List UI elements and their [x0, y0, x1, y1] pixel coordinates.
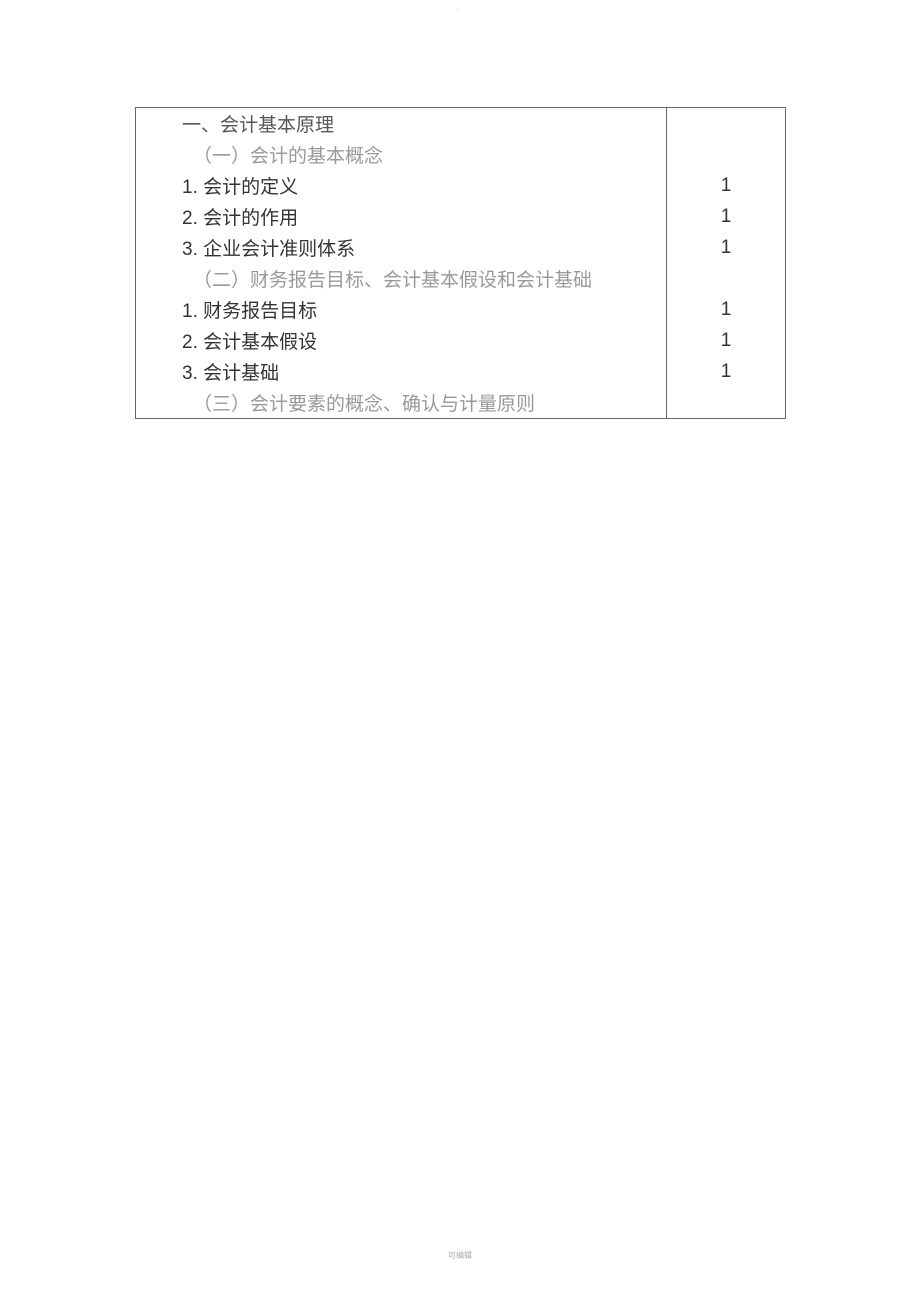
toc-item: 2. 会计的作用: [182, 203, 298, 230]
toc-row: （三）会计要素的概念、确认与计量原则: [136, 387, 785, 418]
toc-cell-text: 2. 会计的作用: [136, 203, 666, 230]
toc-heading-main: 一、会计基本原理: [182, 110, 334, 137]
toc-cell-text: （二）财务报告目标、会计基本假设和会计基础: [136, 265, 666, 292]
toc-cell-page: 1: [666, 294, 785, 325]
toc-cell-page: 1: [666, 170, 785, 201]
toc-cell-page: [666, 108, 785, 139]
toc-row: 3. 会计基础 1: [136, 356, 785, 387]
toc-row: 1. 会计的定义 1: [136, 170, 785, 201]
toc-page-number: 1: [721, 206, 732, 228]
toc-heading-sub: （三）会计要素的概念、确认与计量原则: [182, 389, 535, 416]
toc-row: 2. 会计基本假设 1: [136, 325, 785, 356]
toc-cell-page: [666, 263, 785, 294]
toc-cell-page: 1: [666, 325, 785, 356]
toc-row: 2. 会计的作用 1: [136, 201, 785, 232]
toc-cell-text: 一、会计基本原理: [136, 110, 666, 137]
toc-row: （二）财务报告目标、会计基本假设和会计基础: [136, 263, 785, 294]
toc-cell-text: （三）会计要素的概念、确认与计量原则: [136, 389, 666, 416]
toc-cell-page: [666, 139, 785, 170]
toc-item: 2. 会计基本假设: [182, 327, 317, 354]
toc-cell-text: 1. 财务报告目标: [136, 296, 666, 323]
toc-page-number: 1: [721, 299, 732, 321]
toc-item: 3. 企业会计准则体系: [182, 234, 355, 261]
toc-cell-text: 3. 会计基础: [136, 358, 666, 385]
toc-cell-text: （一）会计的基本概念: [136, 141, 666, 168]
header-dot: .: [457, 6, 459, 12]
toc-item: 1. 财务报告目标: [182, 296, 317, 323]
toc-row: 一、会计基本原理: [136, 108, 785, 139]
toc-heading-sub: （一）会计的基本概念: [182, 141, 383, 168]
toc-cell-text: 2. 会计基本假设: [136, 327, 666, 354]
toc-row: （一）会计的基本概念: [136, 139, 785, 170]
toc-heading-sub: （二）财务报告目标、会计基本假设和会计基础: [182, 265, 592, 292]
toc-page-number: 1: [721, 237, 732, 259]
toc-item: 3. 会计基础: [182, 358, 279, 385]
toc-cell-page: 1: [666, 201, 785, 232]
toc-cell-text: 3. 企业会计准则体系: [136, 234, 666, 261]
toc-row: 1. 财务报告目标 1: [136, 294, 785, 325]
toc-cell-page: 1: [666, 232, 785, 263]
toc-table: 一、会计基本原理 （一）会计的基本概念 1. 会计的定义 1 2. 会计的作用 …: [135, 107, 786, 419]
toc-cell-page: [666, 387, 785, 418]
toc-cell-page: 1: [666, 356, 785, 387]
toc-cell-text: 1. 会计的定义: [136, 172, 666, 199]
footer-text: 可编辑: [0, 1250, 920, 1261]
toc-item: 1. 会计的定义: [182, 172, 298, 199]
toc-page-number: 1: [721, 330, 732, 352]
toc-page-number: 1: [721, 175, 732, 197]
toc-row: 3. 企业会计准则体系 1: [136, 232, 785, 263]
toc-page-number: 1: [721, 361, 732, 383]
